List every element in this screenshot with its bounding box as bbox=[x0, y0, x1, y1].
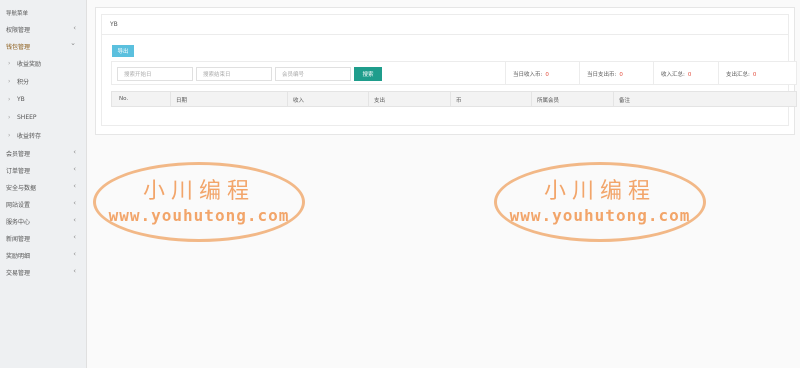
stat-daily-income: 当日收入币: 0 bbox=[513, 70, 549, 78]
column-header-remark: 备注 bbox=[619, 98, 631, 104]
stat-income-total: 收入汇总: 0 bbox=[661, 70, 691, 78]
chevron-left-icon: ‹ bbox=[73, 199, 76, 207]
divider bbox=[450, 92, 451, 106]
sidebar: 导航菜单 权限管理 ‹ 钱包管理 ⌄ › 收益奖励 › 积分 › YB › SH… bbox=[0, 0, 87, 368]
watermark-stamp-left: 小川编程 www.youhutong.com bbox=[93, 162, 305, 242]
divider bbox=[718, 62, 719, 84]
divider bbox=[170, 92, 171, 106]
watermark-top-text: 小川编程 bbox=[543, 179, 656, 204]
sidebar-item-label: 新闻管理 bbox=[6, 235, 31, 243]
sidebar-item-label: 钱包管理 bbox=[6, 43, 31, 51]
sidebar-subitem-label: 收益奖励 bbox=[17, 60, 42, 68]
sidebar-item-trading[interactable]: 交易管理 ‹ bbox=[0, 264, 87, 280]
stat-value: 0 bbox=[687, 72, 692, 78]
sidebar-item-news[interactable]: 新闻管理 ‹ bbox=[0, 230, 87, 246]
chevron-left-icon: ‹ bbox=[73, 250, 76, 258]
sidebar-item-wallet[interactable]: 钱包管理 ⌄ bbox=[0, 38, 87, 54]
column-header-no: No. bbox=[119, 96, 129, 102]
chevron-right-icon: › bbox=[8, 77, 11, 85]
divider bbox=[579, 62, 580, 84]
sidebar-subitem-points[interactable]: › 积分 bbox=[0, 73, 87, 89]
watermark-url-text: www.youhutong.com bbox=[509, 206, 691, 225]
end-date-input[interactable]: 搜索结束日 bbox=[196, 67, 272, 81]
sidebar-subitem-label: 收益转存 bbox=[17, 132, 42, 140]
sidebar-subitem-transfer[interactable]: › 收益转存 bbox=[0, 127, 87, 143]
sidebar-item-label: 交易管理 bbox=[6, 269, 31, 277]
chevron-left-icon: ‹ bbox=[73, 216, 76, 224]
divider bbox=[287, 92, 288, 106]
sidebar-item-permission[interactable]: 权限管理 ‹ bbox=[0, 21, 87, 37]
divider bbox=[368, 92, 369, 106]
sidebar-subitem-label: SHEEP bbox=[17, 113, 37, 121]
sidebar-item-rewards[interactable]: 奖励明细 ‹ bbox=[0, 247, 87, 263]
chevron-left-icon: ‹ bbox=[73, 233, 76, 241]
yb-panel: YB 导出 搜索开始日 搜索结束日 会员编号 搜索 当日收入币: 0 当日支出币:… bbox=[95, 7, 797, 135]
sidebar-item-security[interactable]: 安全与数据 ‹ bbox=[0, 179, 87, 195]
sidebar-subitem-label: YB bbox=[17, 95, 25, 103]
sidebar-item-members[interactable]: 会员管理 ‹ bbox=[0, 145, 87, 161]
start-date-input[interactable]: 搜索开始日 bbox=[117, 67, 193, 81]
chevron-right-icon: › bbox=[8, 95, 11, 103]
export-button[interactable]: 导出 bbox=[112, 45, 134, 57]
stat-value: 0 bbox=[545, 72, 549, 78]
watermark-top-text: 小川编程 bbox=[142, 179, 255, 204]
chevron-right-icon: › bbox=[8, 131, 11, 139]
filter-bar: 搜索开始日 搜索结束日 会员编号 搜索 当日收入币: 0 当日支出币: 0 收入汇总… bbox=[111, 61, 797, 85]
sidebar-item-label: 网站设置 bbox=[6, 201, 31, 209]
sidebar-item-site-settings[interactable]: 网站设置 ‹ bbox=[0, 196, 87, 212]
column-header-income: 收入 bbox=[293, 98, 305, 104]
chevron-down-icon: ⌄ bbox=[70, 39, 76, 47]
column-header-date: 日期 bbox=[176, 98, 188, 104]
member-id-input[interactable]: 会员编号 bbox=[275, 67, 351, 81]
sidebar-item-label: 会员管理 bbox=[6, 150, 31, 158]
chevron-left-icon: ‹ bbox=[73, 165, 76, 173]
chevron-left-icon: ‹ bbox=[73, 267, 76, 275]
sidebar-item-label: 安全与数据 bbox=[6, 184, 37, 192]
panel-title: YB bbox=[110, 21, 118, 28]
column-header-member: 所属会员 bbox=[537, 98, 560, 104]
stat-value: 0 bbox=[619, 72, 623, 78]
chevron-left-icon: ‹ bbox=[73, 182, 76, 190]
stat-expense-total: 支出汇总: 0 bbox=[726, 70, 756, 78]
sidebar-item-label: 权限管理 bbox=[6, 26, 31, 34]
sidebar-item-label: 服务中心 bbox=[6, 218, 31, 226]
stat-label: 收入汇总: bbox=[661, 72, 685, 78]
stat-daily-expense: 当日支出币: 0 bbox=[587, 70, 623, 78]
watermark-url-text: www.youhutong.com bbox=[108, 206, 290, 225]
divider bbox=[102, 34, 788, 35]
chevron-left-icon: ‹ bbox=[73, 148, 76, 156]
stat-label: 当日支出币: bbox=[587, 72, 617, 78]
sidebar-subitem-label: 积分 bbox=[17, 78, 30, 86]
chevron-right-icon: › bbox=[8, 59, 11, 67]
stat-label: 当日收入币: bbox=[513, 72, 543, 78]
sidebar-item-label: 奖励明细 bbox=[6, 252, 31, 260]
divider bbox=[505, 62, 506, 84]
sidebar-item-service-center[interactable]: 服务中心 ‹ bbox=[0, 213, 87, 229]
watermark-stamp-right: 小川编程 www.youhutong.com bbox=[494, 162, 706, 242]
sidebar-subitem-yb[interactable]: › YB bbox=[0, 91, 87, 107]
sidebar-subitem-earnings[interactable]: › 收益奖励 bbox=[0, 55, 87, 71]
stat-label: 支出汇总: bbox=[726, 72, 750, 78]
sidebar-item-orders[interactable]: 订单管理 ‹ bbox=[0, 162, 87, 178]
sidebar-subitem-sheep[interactable]: › SHEEP bbox=[0, 109, 87, 125]
divider bbox=[531, 92, 532, 106]
divider bbox=[613, 92, 614, 106]
table-header: No. 日期 收入 支出 币 所属会员 备注 bbox=[111, 91, 797, 107]
sidebar-item-label: 订单管理 bbox=[6, 167, 31, 175]
column-header-coin: 币 bbox=[456, 98, 462, 104]
column-header-expense: 支出 bbox=[374, 98, 386, 104]
sidebar-title: 导航菜单 bbox=[6, 11, 29, 17]
chevron-left-icon: ‹ bbox=[73, 24, 76, 32]
divider bbox=[653, 62, 654, 84]
search-button[interactable]: 搜索 bbox=[354, 67, 382, 81]
chevron-right-icon: › bbox=[8, 113, 11, 121]
stat-value: 0 bbox=[752, 72, 757, 78]
